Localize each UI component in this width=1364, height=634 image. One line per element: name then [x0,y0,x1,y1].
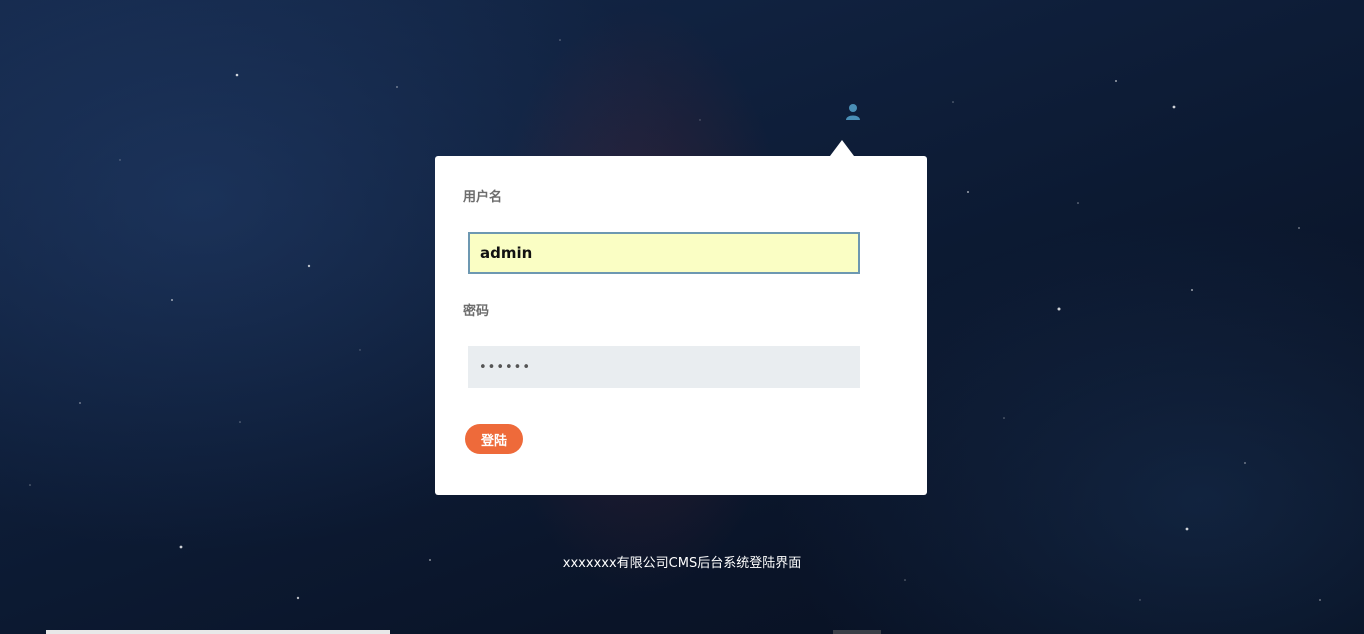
user-icon[interactable] [845,103,861,121]
username-input[interactable] [468,232,860,274]
panel-caret [830,140,854,156]
login-button[interactable]: 登陆 [465,424,523,454]
bottom-strip [46,630,390,634]
password-label: 密码 [463,304,490,319]
login-panel: 用户名 密码 登陆 [435,140,927,495]
username-label: 用户名 [463,190,503,205]
footer-caption: xxxxxxx有限公司CMS后台系统登陆界面 [562,556,802,571]
password-input[interactable] [468,346,860,388]
bottom-strip-dark [833,630,881,634]
